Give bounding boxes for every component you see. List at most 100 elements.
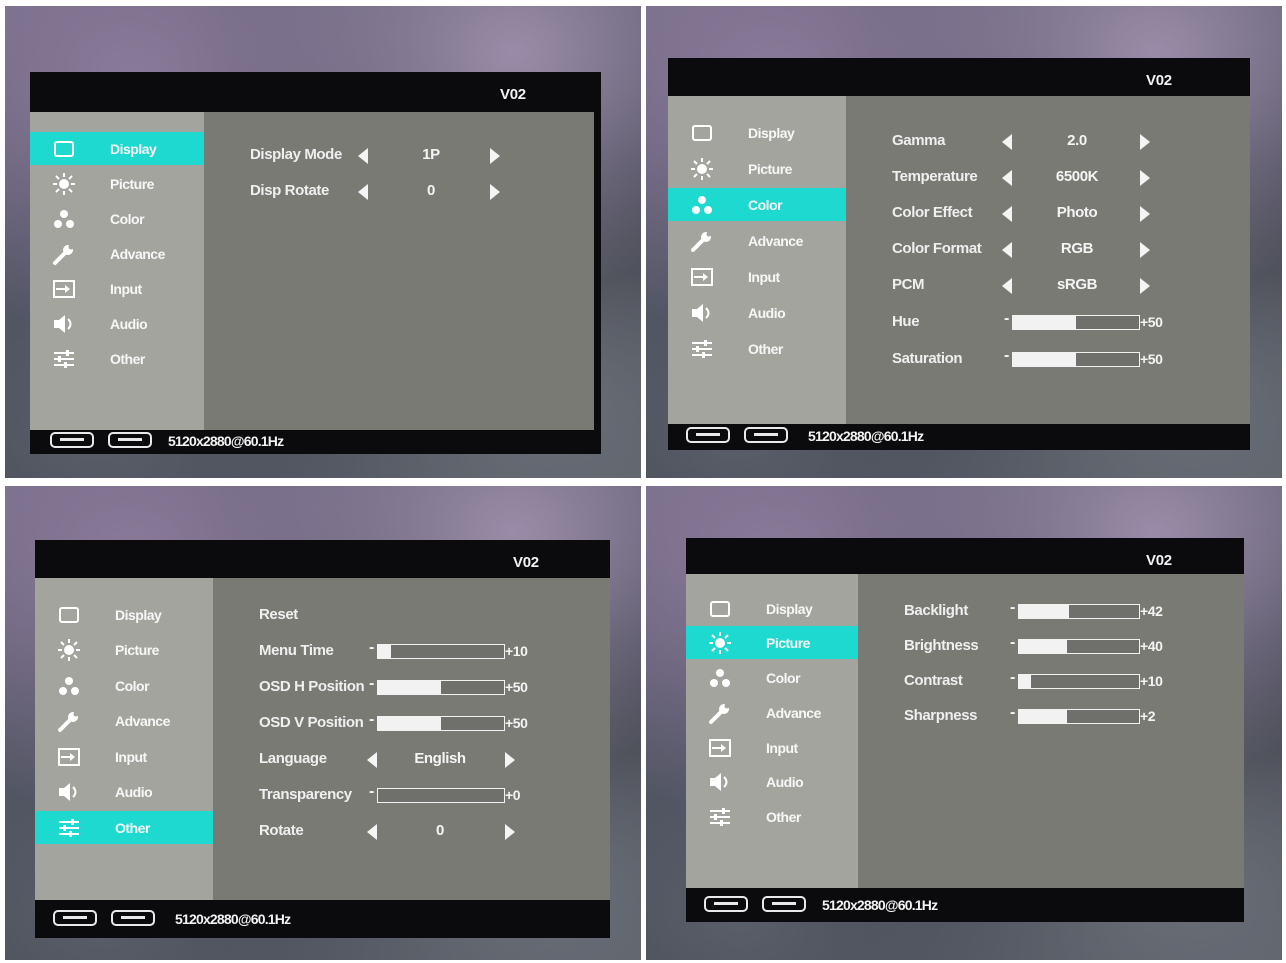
nav-item-other[interactable]: Other: [30, 342, 204, 375]
arrow-right-icon[interactable]: [490, 184, 500, 200]
arrow-left-icon[interactable]: [1002, 242, 1012, 258]
arrow-left-icon[interactable]: [1002, 134, 1012, 150]
nav-item-audio[interactable]: Audio: [30, 307, 204, 340]
arrow-right-icon[interactable]: [1140, 134, 1150, 150]
arrow-left-icon[interactable]: [1002, 206, 1012, 222]
slider-fill: [378, 645, 391, 658]
slider-menu-time[interactable]: [377, 644, 505, 659]
arrow-left-icon[interactable]: [367, 752, 377, 768]
slider-contrast[interactable]: [1018, 674, 1140, 689]
setting-brightness[interactable]: Brightness - +40: [858, 629, 1244, 663]
arrow-right-icon[interactable]: [1140, 242, 1150, 258]
slider-sharpness[interactable]: [1018, 709, 1140, 724]
wrench-icon: [57, 709, 81, 733]
nav-item-advance[interactable]: Advance: [35, 704, 213, 737]
arrow-left-icon[interactable]: [358, 148, 368, 164]
setting-language[interactable]: Language English: [213, 742, 610, 776]
nav-item-color[interactable]: Color: [668, 188, 846, 221]
setting-gamma[interactable]: Gamma 2.0: [846, 124, 1250, 158]
setting-rotate[interactable]: Rotate 0: [213, 814, 610, 848]
nav-item-color[interactable]: Color: [35, 669, 213, 702]
nav-item-advance[interactable]: Advance: [686, 696, 858, 729]
setting-saturation[interactable]: Saturation - +50: [846, 342, 1250, 376]
osd-footer: 5120x2880@60.1Hz: [30, 430, 601, 454]
port-icon: [53, 910, 97, 926]
setting-contrast[interactable]: Contrast - +10: [858, 664, 1244, 698]
arrow-left-icon[interactable]: [358, 184, 368, 200]
nav-item-advance[interactable]: Advance: [668, 224, 846, 257]
setting-disp-rotate[interactable]: Disp Rotate 0: [204, 174, 594, 208]
nav-item-input[interactable]: Input: [668, 260, 846, 293]
photo-panel-other: V02 Display Picture Color Advance Input: [5, 486, 641, 960]
arrow-right-icon[interactable]: [1140, 278, 1150, 294]
nav-item-picture[interactable]: Picture: [668, 152, 846, 185]
nav-item-display[interactable]: Display: [668, 116, 846, 149]
nav-item-input[interactable]: Input: [686, 731, 858, 764]
nav-item-input[interactable]: Input: [35, 740, 213, 773]
nav-item-advance[interactable]: Advance: [30, 237, 204, 270]
slider-fill: [1019, 710, 1067, 723]
setting-osd-v-position[interactable]: OSD V Position - +50: [213, 706, 610, 740]
slider-transparency[interactable]: [377, 788, 505, 803]
arrow-left-icon[interactable]: [1002, 278, 1012, 294]
setting-hue[interactable]: Hue - +50: [846, 305, 1250, 339]
setting-color-format[interactable]: Color Format RGB: [846, 232, 1250, 266]
arrow-right-icon[interactable]: [1140, 206, 1150, 222]
slider-fill: [1013, 353, 1076, 366]
arrow-right-icon[interactable]: [1140, 170, 1150, 186]
slider-osd-h-position[interactable]: [377, 680, 505, 695]
nav-item-picture[interactable]: Picture: [35, 633, 213, 666]
slider-fill: [378, 681, 441, 694]
nav-item-audio[interactable]: Audio: [35, 775, 213, 808]
setting-display-mode[interactable]: Display Mode 1P: [204, 138, 594, 172]
setting-pcm[interactable]: PCM sRGB: [846, 268, 1250, 302]
arrow-right-icon[interactable]: [490, 148, 500, 164]
arrow-left-icon[interactable]: [367, 824, 377, 840]
nav-item-audio[interactable]: Audio: [686, 765, 858, 798]
osd-sidebar: Display Picture Color Advance Input Audi…: [30, 112, 204, 430]
setting-menu-time[interactable]: Menu Time - +10: [213, 634, 610, 668]
arrow-left-icon[interactable]: [1002, 170, 1012, 186]
nav-item-display[interactable]: Display: [30, 132, 204, 165]
sun-icon: [52, 172, 76, 196]
osd-footer: 5120x2880@60.1Hz: [686, 888, 1244, 922]
slider-value-number: 42: [1147, 603, 1163, 619]
nav-item-color[interactable]: Color: [30, 202, 204, 235]
resolution-label: 5120x2880@60.1Hz: [822, 897, 938, 913]
nav-item-audio[interactable]: Audio: [668, 296, 846, 329]
nav-label: Other: [115, 819, 150, 836]
resolution-label: 5120x2880@60.1Hz: [808, 428, 924, 444]
slider-backlight[interactable]: [1018, 604, 1140, 619]
speaker-icon: [52, 312, 76, 336]
nav-item-input[interactable]: Input: [30, 272, 204, 305]
setting-value: English: [414, 750, 466, 767]
setting-reset[interactable]: Reset: [213, 598, 610, 632]
setting-transparency[interactable]: Transparency - +0: [213, 778, 610, 812]
minus-sign: -: [369, 675, 375, 692]
nav-item-display[interactable]: Display: [35, 598, 213, 631]
wrench-icon: [690, 229, 714, 253]
slider-saturation[interactable]: [1012, 352, 1140, 367]
port-icon: [108, 432, 152, 448]
slider-osd-v-position[interactable]: [377, 716, 505, 731]
nav-item-other[interactable]: Other: [35, 811, 213, 844]
arrow-right-icon[interactable]: [505, 752, 515, 768]
nav-item-other[interactable]: Other: [686, 800, 858, 833]
setting-temperature[interactable]: Temperature 6500K: [846, 160, 1250, 194]
nav-item-color[interactable]: Color: [686, 661, 858, 694]
nav-item-display[interactable]: Display: [686, 592, 858, 625]
monitor-icon: [57, 603, 81, 627]
setting-label: Hue: [892, 313, 920, 330]
setting-color-effect[interactable]: Color Effect Photo: [846, 196, 1250, 230]
nav-item-picture[interactable]: Picture: [30, 167, 204, 200]
input-icon: [708, 736, 732, 760]
setting-backlight[interactable]: Backlight - +42: [858, 594, 1244, 628]
slider-brightness[interactable]: [1018, 639, 1140, 654]
slider-hue[interactable]: [1012, 315, 1140, 330]
setting-sharpness[interactable]: Sharpness - +2: [858, 699, 1244, 733]
arrow-right-icon[interactable]: [505, 824, 515, 840]
nav-item-picture[interactable]: Picture: [686, 626, 858, 659]
nav-item-other[interactable]: Other: [668, 332, 846, 365]
setting-label: Disp Rotate: [250, 182, 329, 199]
setting-osd-h-position[interactable]: OSD H Position - +50: [213, 670, 610, 704]
